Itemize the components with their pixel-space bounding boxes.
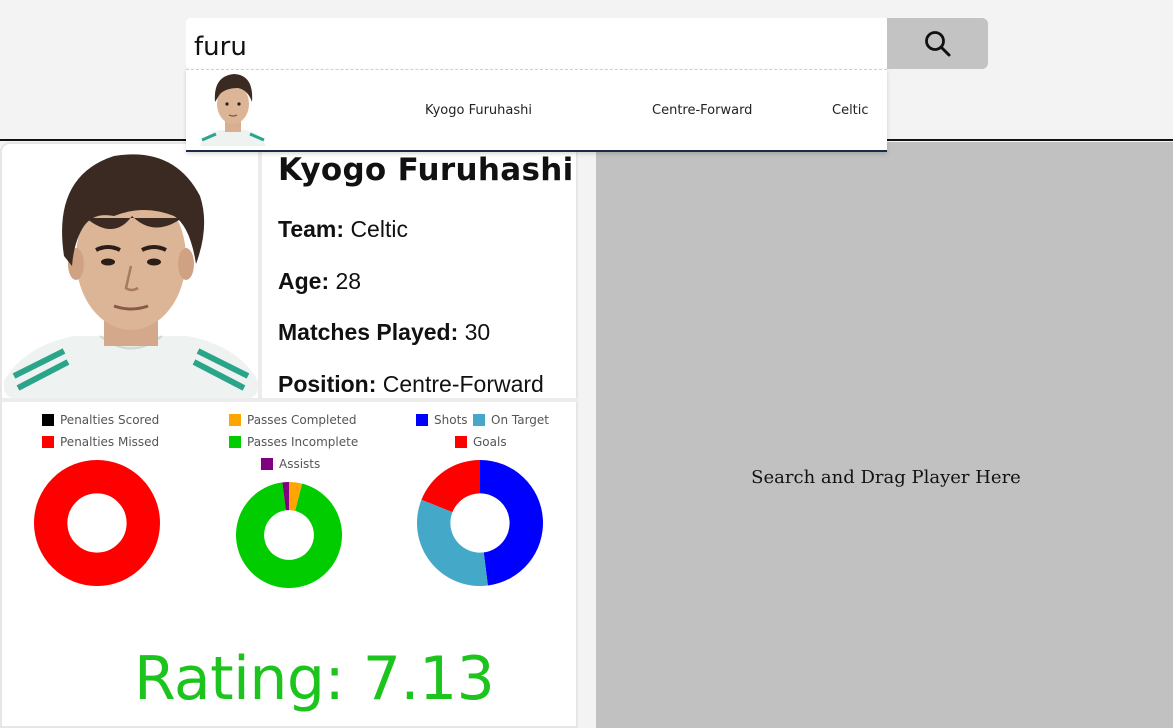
team-label: Team: — [278, 216, 345, 242]
age-label: Age: — [278, 267, 330, 294]
search-button[interactable] — [887, 18, 988, 69]
matches-label: Matches Played: — [278, 319, 459, 345]
position-label: Position: — [278, 370, 377, 397]
search-suggestion-item[interactable]: Kyogo Furuhashi Centre-Forward Celtic — [186, 69, 887, 152]
legend-item: Passes Completed — [229, 413, 356, 427]
legend-item: On Target — [473, 413, 549, 427]
donut-slice-shots — [480, 460, 543, 586]
legend-label: Passes Completed — [247, 413, 357, 427]
legend-item: Goals — [455, 435, 507, 449]
shots-donut-chart — [417, 460, 543, 586]
player-photo — [4, 146, 258, 398]
player-name: Kyogo Furuhashi — [278, 152, 574, 188]
position-value: Centre-Forward — [382, 370, 544, 397]
search-icon — [924, 30, 950, 56]
legend-swatch-passes-completed — [229, 414, 241, 426]
card-vertical-divider — [258, 144, 262, 400]
player-rating: Rating: 7.13 — [134, 644, 495, 714]
legend-label: Penalties Scored — [60, 413, 160, 427]
legend-swatch-shots — [416, 414, 428, 426]
player-drop-zone[interactable]: Search and Drag Player Here — [596, 142, 1173, 728]
passes-donut-chart — [236, 482, 342, 588]
player-age-row: Age: 28 — [278, 256, 574, 308]
player-matches-row: Matches Played: 30 — [278, 307, 574, 359]
search-input[interactable] — [186, 18, 887, 69]
legend-swatch-goals — [455, 436, 467, 448]
legend-label: Assists — [279, 457, 321, 471]
legend-item: Shots — [416, 413, 468, 427]
player-position-row: Position: Centre-Forward — [278, 359, 574, 411]
team-value: Celtic — [350, 216, 408, 242]
legend-swatch-passes-incomplete — [229, 436, 241, 448]
legend-label: Passes Incomplete — [247, 435, 359, 449]
legend-label: On Target — [491, 413, 549, 427]
player-team-row: Team: Celtic — [278, 204, 574, 256]
suggestion-name: Kyogo Furuhashi — [425, 103, 532, 118]
drop-zone-text: Search and Drag Player Here — [751, 467, 1021, 488]
legend-label: Penalties Missed — [60, 435, 160, 449]
legend-item: Penalties Missed — [42, 435, 159, 449]
donut-slice-on-target — [417, 499, 488, 586]
player-info: Kyogo Furuhashi Team: Celtic Age: 28 Mat… — [278, 152, 574, 410]
penalties-donut-chart — [34, 460, 160, 586]
legend-swatch-penalties-missed — [42, 436, 54, 448]
legend-label: Goals — [473, 435, 507, 449]
legend-swatch-on-target — [473, 414, 485, 426]
search-bar — [186, 18, 988, 69]
suggestion-player-photo — [198, 70, 268, 146]
matches-value: 30 — [464, 319, 491, 345]
suggestion-team: Celtic — [832, 103, 869, 118]
age-value: 28 — [335, 267, 362, 294]
legend-label: Shots — [434, 413, 468, 427]
legend-swatch-assists — [261, 458, 273, 470]
legend-item: Passes Incomplete — [229, 435, 358, 449]
legend-item: Penalties Scored — [42, 413, 159, 427]
legend-swatch-penalties-scored — [42, 414, 54, 426]
suggestion-position: Centre-Forward — [652, 103, 753, 118]
donut-slice-penalties-missed — [34, 460, 160, 586]
legend-item: Assists — [261, 457, 320, 471]
